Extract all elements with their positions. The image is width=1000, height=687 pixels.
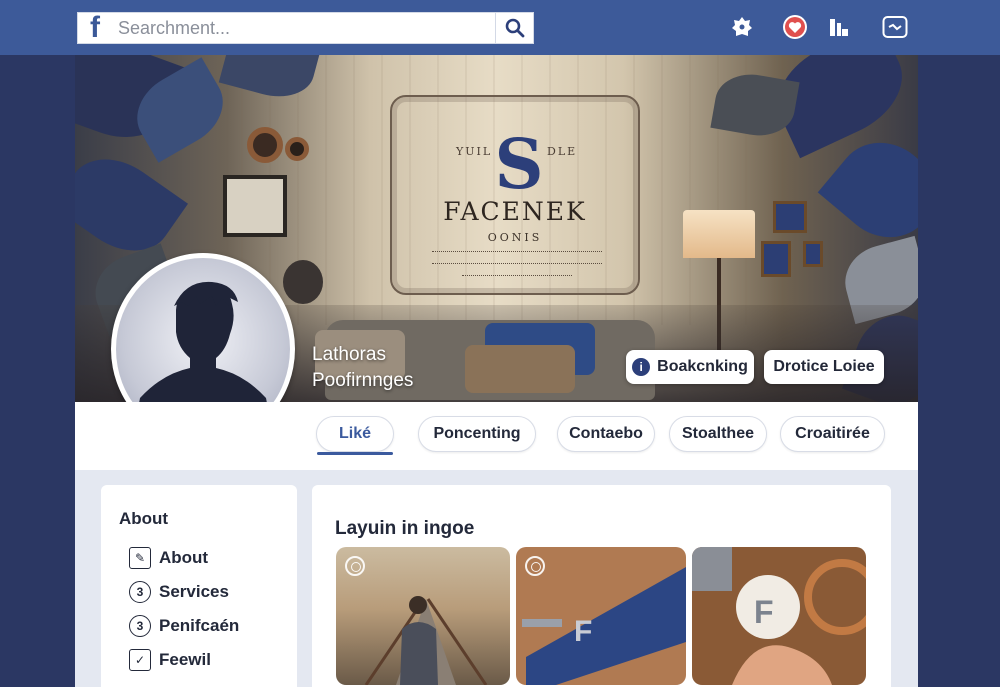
tab-stealth[interactable]: Stoalthee	[669, 416, 767, 452]
badge-in-hand-image: F	[692, 547, 866, 685]
tab-like[interactable]: Liké	[316, 416, 394, 455]
photo-thumbnail-road[interactable]	[336, 547, 510, 685]
about-item-about[interactable]: ✎ About	[129, 545, 208, 571]
wall-picture-frame	[223, 175, 287, 237]
search-icon	[505, 18, 524, 38]
search-bar: f	[77, 12, 534, 44]
about-card-title: About	[119, 509, 169, 528]
cover-sign: YUIL DLE S FACENEK OONIS	[390, 95, 640, 295]
notifications-button[interactable]	[729, 14, 755, 40]
about-item-services[interactable]: 3 Services	[129, 579, 229, 605]
booking-button-label: Boakcnking	[657, 358, 748, 375]
search-button[interactable]	[495, 13, 533, 43]
search-input[interactable]	[112, 13, 495, 43]
pages-button[interactable]	[826, 14, 852, 40]
about-item-label: Penifcaén	[159, 616, 240, 635]
sofa-pillow	[465, 345, 575, 393]
profile-tab-bar: Liké Poncenting Contaebo Stoalthee Croai…	[75, 402, 918, 470]
top-navigation-bar: f	[0, 0, 1000, 55]
heart-icon	[783, 15, 807, 39]
page-name-line1: Lathoras	[312, 344, 386, 365]
tab-posts[interactable]: Poncenting	[418, 416, 536, 452]
content-card: Layuin in ingoe F F	[312, 485, 891, 687]
sign-side-text: YUIL	[456, 145, 493, 158]
wall-picture-frame	[773, 201, 807, 233]
feedback-icon: ✓	[129, 649, 151, 671]
messages-button[interactable]	[882, 14, 908, 40]
photo-thumbnail-badge[interactable]: F	[692, 547, 866, 685]
page-name: Lathoras Poofirnnges	[312, 342, 413, 394]
tab-contact[interactable]: Contaebo	[557, 416, 655, 452]
secondary-action-label: Drotice Loiee	[773, 358, 875, 375]
svg-text:F: F	[574, 615, 592, 648]
sign-fine-print	[462, 275, 572, 278]
edit-icon: ✎	[129, 547, 151, 569]
booking-button[interactable]: i Boakcnking	[626, 350, 754, 384]
brand-logo-icon: S	[494, 125, 544, 205]
floor-lamp	[683, 210, 755, 258]
secondary-action-button[interactable]: Drotice Loiee	[764, 350, 884, 384]
info-icon: i	[632, 358, 651, 376]
svg-text:F: F	[754, 594, 774, 630]
buildings-icon	[830, 19, 848, 36]
wall-picture-frame	[761, 241, 791, 277]
messenger-icon	[882, 16, 908, 38]
content-card-title: Layuin in ingoe	[335, 518, 475, 539]
permissions-icon: 3	[129, 615, 151, 637]
sign-fine-print	[432, 263, 602, 266]
facebook-logo-icon[interactable]: f	[78, 13, 112, 43]
sign-title: FACENEK	[443, 197, 587, 226]
about-item-label: Feewil	[159, 650, 211, 669]
sign-side-text: DLE	[547, 145, 578, 158]
sign-subtitle: OONIS	[487, 231, 543, 244]
page-name-line2: Poofirnnges	[312, 370, 414, 391]
tab-creative[interactable]: Croaitirée	[780, 416, 885, 452]
about-item-feedback[interactable]: ✓ Feewil	[129, 647, 211, 673]
round-mirror	[247, 127, 283, 163]
plant-leaf-decoration	[75, 140, 188, 270]
wall-picture-frame	[803, 241, 823, 267]
sign-fine-print	[432, 251, 602, 254]
round-mirror	[285, 137, 309, 161]
camera-icon	[345, 556, 365, 576]
favorites-button[interactable]	[782, 14, 808, 40]
services-icon: 3	[129, 581, 151, 603]
plant-leaf-decoration	[817, 123, 918, 257]
notifications-icon	[732, 17, 752, 36]
camera-icon	[525, 556, 545, 576]
photo-thumbnail-banner[interactable]: F	[516, 547, 686, 685]
about-item-permissions[interactable]: 3 Penifcaén	[129, 613, 239, 639]
profile-page: YUIL DLE S FACENEK OONIS Lathoras Poofir…	[75, 55, 918, 687]
about-item-label: Services	[159, 582, 229, 601]
about-card: About ✎ About 3 Services 3 Penifcaén ✓ F…	[101, 485, 297, 687]
about-item-label: About	[159, 548, 209, 567]
